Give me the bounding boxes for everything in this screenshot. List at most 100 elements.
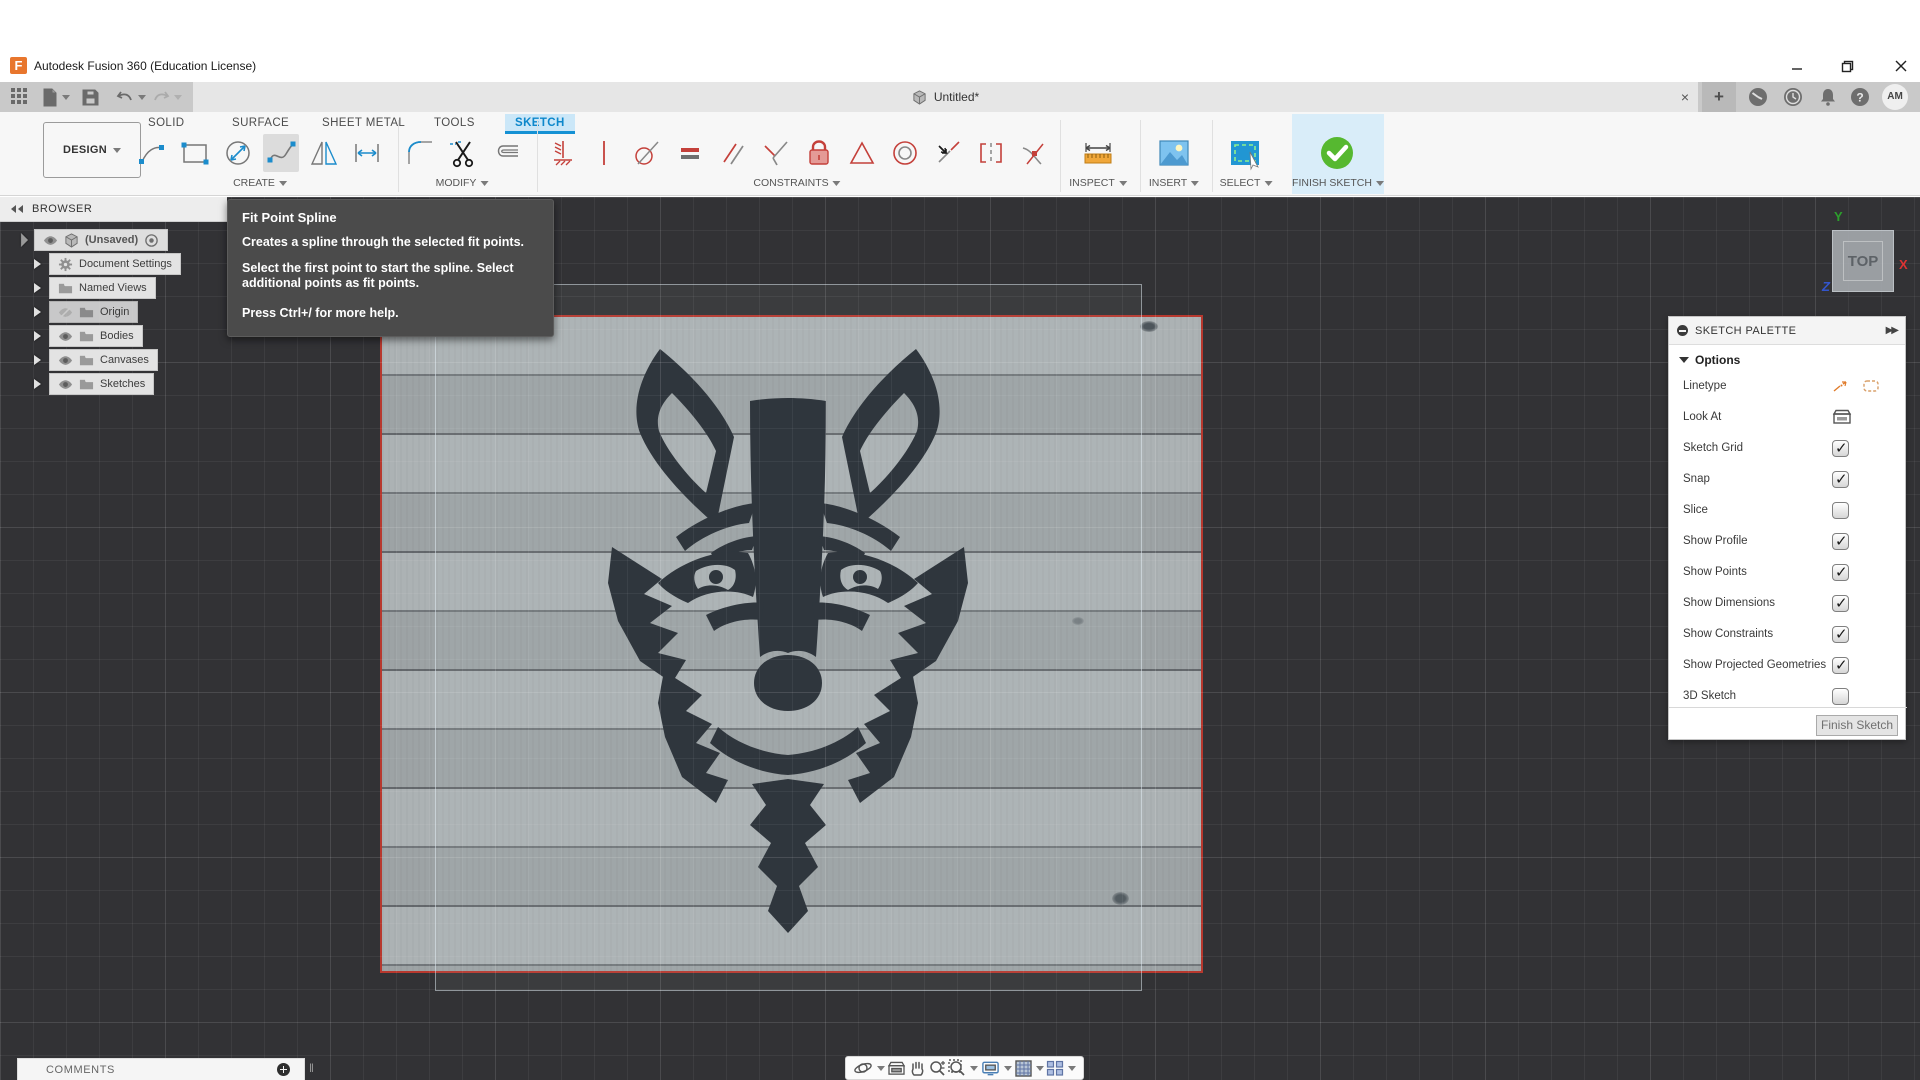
browser-item-bodies[interactable]: Bodies — [34, 325, 143, 347]
show-constraints-checkbox[interactable] — [1832, 625, 1849, 643]
insert-image-icon[interactable] — [1156, 134, 1192, 172]
spline-icon[interactable] — [263, 134, 299, 172]
group-label-insert[interactable]: INSERT — [1149, 176, 1200, 190]
visibility-eye-icon[interactable] — [43, 233, 58, 248]
group-label-inspect[interactable]: INSPECT — [1069, 176, 1127, 190]
tab-sheet-metal[interactable]: SHEET METAL — [312, 114, 415, 134]
trim-scissors-icon[interactable] — [445, 134, 481, 172]
zoom-icon[interactable] — [928, 1059, 946, 1077]
visibility-eye-icon[interactable] — [58, 377, 73, 392]
browser-item-origin[interactable]: Origin — [34, 301, 139, 323]
model-viewport[interactable]: BROWSER (Unsaved) Document Settings Name… — [0, 197, 1920, 1080]
offset-icon[interactable] — [488, 134, 524, 172]
expander-icon[interactable] — [34, 307, 41, 317]
show-projected-geometries-checkbox[interactable] — [1832, 656, 1849, 674]
expander-icon[interactable] — [13, 232, 29, 248]
browser-item-document-settings[interactable]: Document Settings — [34, 253, 181, 275]
coincident-icon[interactable] — [543, 134, 579, 172]
show-dimensions-checkbox[interactable] — [1832, 594, 1849, 612]
tab-solid[interactable]: SOLID — [138, 114, 195, 134]
sketch-grid-checkbox[interactable] — [1832, 439, 1849, 457]
rectangle-icon[interactable] — [177, 134, 213, 172]
browser-item-sketches[interactable]: Sketches — [34, 373, 155, 395]
3d-sketch-checkbox[interactable] — [1832, 687, 1849, 705]
tab-surface[interactable]: SURFACE — [222, 114, 299, 134]
parallel-icon[interactable] — [715, 134, 751, 172]
file-menu-button[interactable] — [42, 86, 70, 108]
display-settings-icon[interactable] — [981, 1060, 1012, 1076]
line-icon[interactable] — [134, 134, 170, 172]
collapse-panel-icon[interactable] — [10, 204, 24, 214]
restore-button[interactable] — [1832, 56, 1862, 76]
expander-icon[interactable] — [34, 259, 41, 269]
snap-checkbox[interactable] — [1832, 470, 1849, 488]
help-icon[interactable]: ? — [1850, 87, 1870, 107]
curvature-icon[interactable] — [1016, 134, 1052, 172]
app-launcher-icon[interactable] — [10, 87, 30, 107]
finish-sketch-button[interactable]: Finish Sketch — [1816, 715, 1898, 736]
account-avatar[interactable]: AM — [1882, 84, 1908, 110]
equal-icon[interactable] — [672, 134, 708, 172]
sketch-dimension-icon[interactable] — [349, 134, 385, 172]
midpoint-icon[interactable] — [930, 134, 966, 172]
browser-item-unsaved[interactable]: (Unsaved) — [13, 229, 169, 251]
collapse-right-icon[interactable]: ▶▶ — [1886, 325, 1899, 336]
close-tab-icon[interactable]: × — [1676, 88, 1694, 106]
palette-menu-icon[interactable] — [1677, 325, 1688, 336]
expander-icon[interactable] — [34, 379, 41, 389]
browser-item-canvases[interactable]: Canvases — [34, 349, 158, 371]
browser-item-named-views[interactable]: Named Views — [34, 277, 156, 299]
activate-radio-icon[interactable] — [144, 233, 159, 248]
select-icon[interactable] — [1227, 134, 1263, 172]
show-profile-checkbox[interactable] — [1832, 532, 1849, 550]
tab-tools[interactable]: TOOLS — [424, 114, 485, 134]
tangent-icon[interactable] — [629, 134, 665, 172]
orbit-icon[interactable] — [853, 1059, 885, 1077]
vertical-horizontal-icon[interactable] — [586, 134, 622, 172]
construction-linetype-icon[interactable] — [1832, 378, 1852, 394]
slice-checkbox[interactable] — [1832, 501, 1849, 519]
finish-sketch-check-icon[interactable] — [1319, 134, 1355, 172]
palette-section-options[interactable]: Options — [1679, 353, 1740, 367]
browser-panel-header[interactable]: BROWSER — [0, 197, 227, 222]
pan-hand-icon[interactable] — [909, 1060, 925, 1077]
projected-linetype-icon[interactable] — [1862, 378, 1880, 394]
look-at-icon[interactable] — [887, 1061, 906, 1076]
close-button[interactable] — [1886, 56, 1916, 76]
visibility-off-eye-icon[interactable] — [58, 305, 73, 320]
new-tab-button[interactable]: + — [1702, 82, 1736, 112]
group-label-select[interactable]: SELECT — [1220, 176, 1273, 190]
job-status-icon[interactable] — [1748, 87, 1768, 107]
mirror-icon[interactable] — [306, 134, 342, 172]
save-button[interactable] — [82, 86, 99, 108]
viewports-icon[interactable] — [1046, 1060, 1077, 1076]
workspace-selector-button[interactable]: DESIGN — [43, 122, 141, 178]
group-label-finish-sketch[interactable]: FINISH SKETCH — [1292, 176, 1384, 190]
group-label-modify[interactable]: MODIFY — [436, 176, 489, 190]
recent-clock-icon[interactable] — [1783, 87, 1803, 107]
minimize-button[interactable] — [1782, 56, 1812, 76]
collinear-icon[interactable] — [844, 134, 880, 172]
sketch-palette-header[interactable]: SKETCH PALETTE ▶▶ — [1669, 317, 1905, 345]
undo-button[interactable] — [116, 86, 146, 108]
zoom-window-icon[interactable] — [948, 1059, 979, 1077]
group-label-create[interactable]: CREATE — [233, 176, 287, 190]
concentric-icon[interactable] — [887, 134, 923, 172]
notifications-bell-icon[interactable] — [1818, 87, 1838, 107]
grid-layout-icon[interactable] — [1014, 1059, 1044, 1077]
visibility-eye-icon[interactable] — [58, 353, 73, 368]
expander-icon[interactable] — [34, 283, 41, 293]
circle-icon[interactable] — [220, 134, 256, 172]
show-points-checkbox[interactable] — [1832, 563, 1849, 581]
fix-lock-icon[interactable] — [801, 134, 837, 172]
symmetry-icon[interactable] — [973, 134, 1009, 172]
tab-sketch[interactable]: SKETCH — [505, 114, 575, 134]
redo-button[interactable] — [152, 86, 182, 108]
perpendicular-icon[interactable] — [758, 134, 794, 172]
visibility-eye-icon[interactable] — [58, 329, 73, 344]
measure-icon[interactable] — [1080, 134, 1116, 172]
comments-bar[interactable]: COMMENTS — [17, 1058, 305, 1080]
fillet-icon[interactable] — [402, 134, 438, 172]
expander-icon[interactable] — [34, 331, 41, 341]
document-tab[interactable]: Untitled* — [193, 82, 1698, 112]
